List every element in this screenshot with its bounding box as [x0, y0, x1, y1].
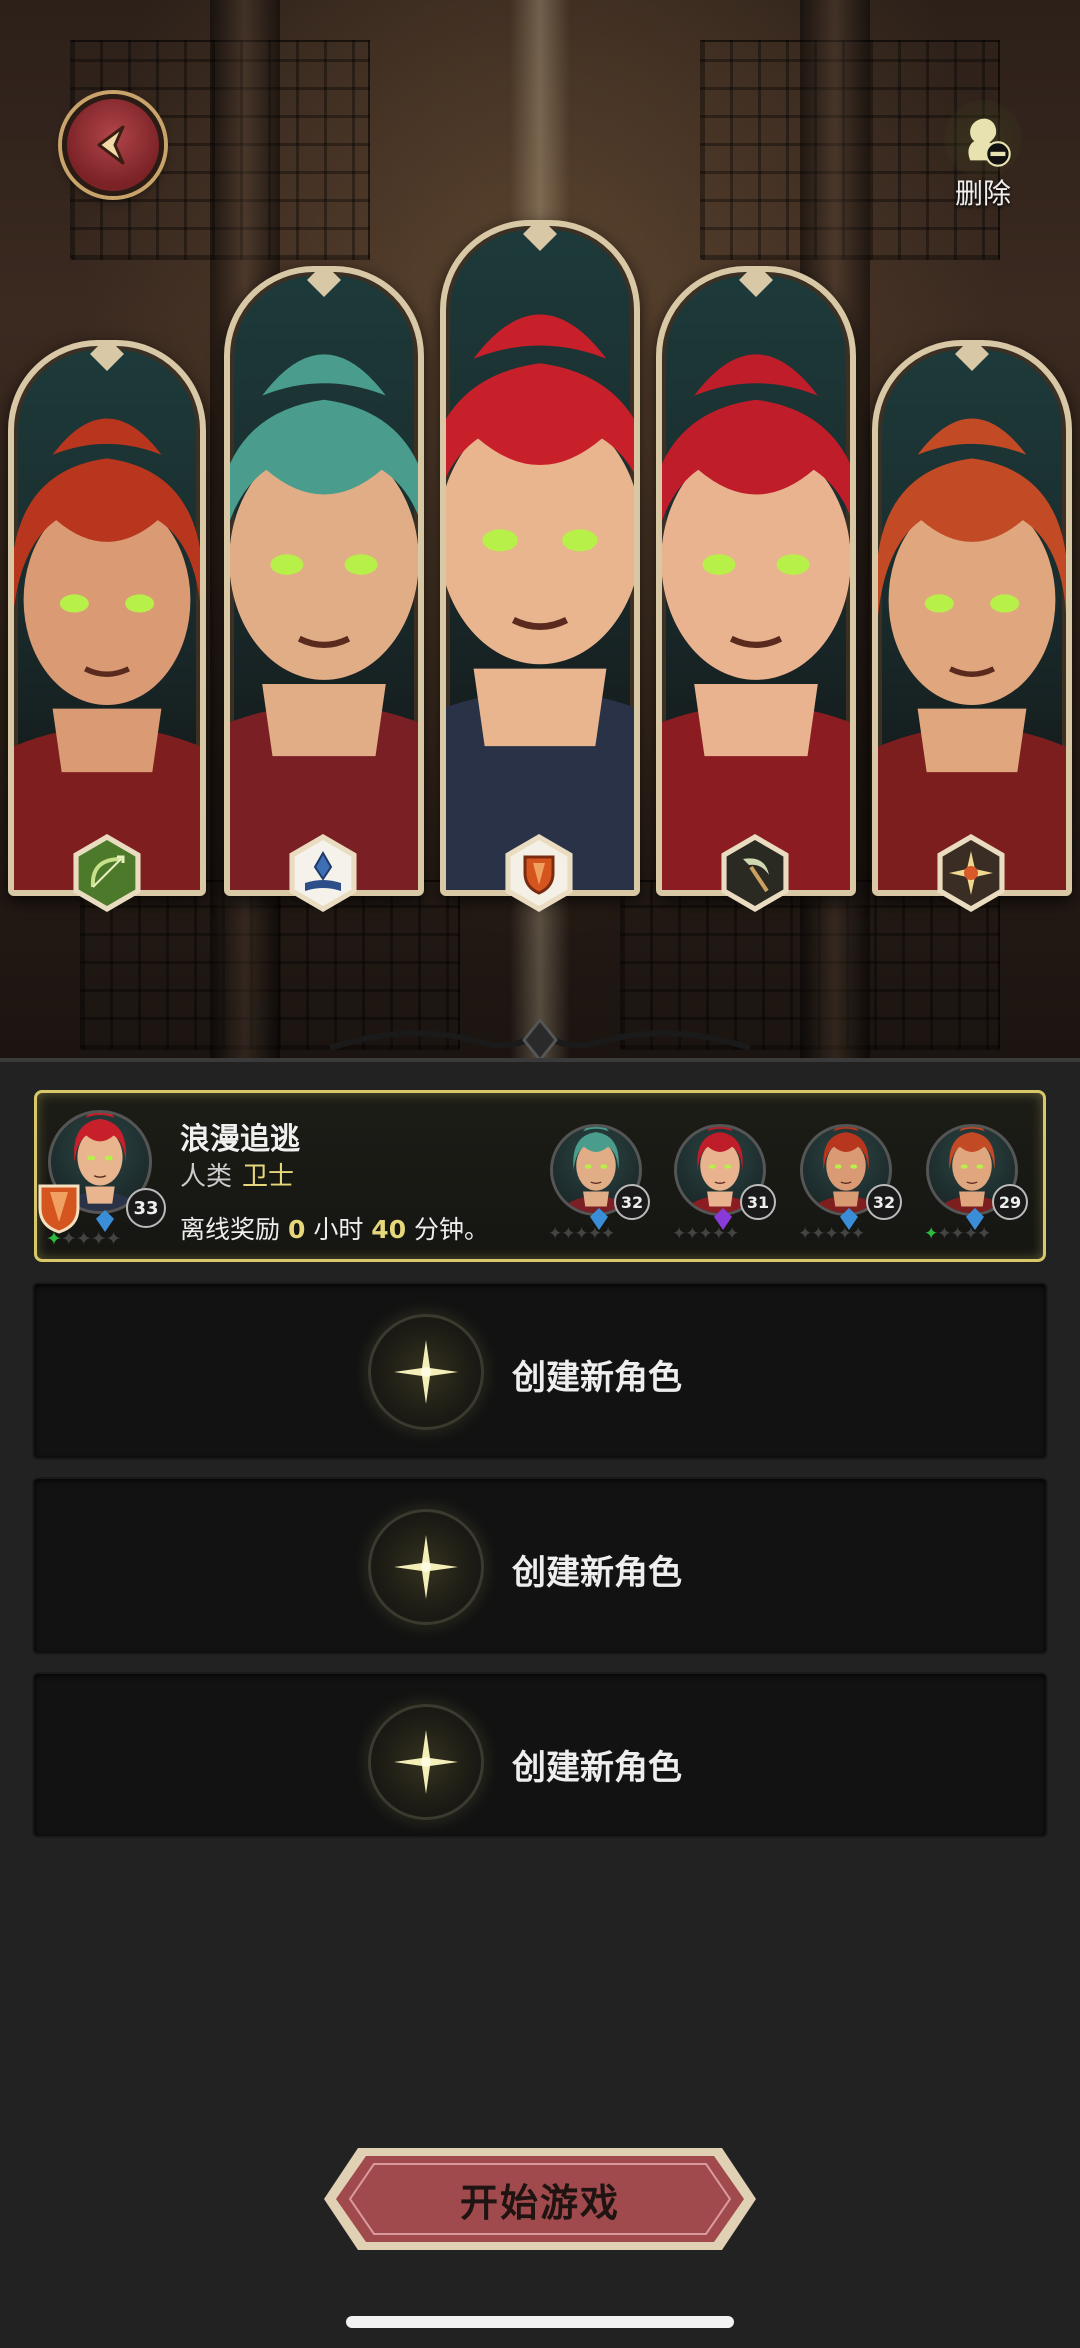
class-badge-rogue — [716, 834, 794, 912]
team-stars: ✦✦✦✦✦ — [924, 1224, 991, 1244]
offline-prefix: 离线奖励 — [180, 1215, 281, 1244]
create-character-label: 创建新角色 — [512, 1748, 682, 1788]
add-character-button[interactable] — [368, 1509, 484, 1625]
back-arrow-icon — [97, 125, 125, 165]
hours-unit: 小时 — [313, 1215, 364, 1244]
create-character-slot[interactable]: 创建新角色 — [32, 1282, 1048, 1460]
portrait-mage[interactable] — [224, 266, 424, 896]
start-game-button[interactable]: 开始游戏 — [318, 2142, 762, 2256]
team-level-badge: 32 — [866, 1184, 902, 1220]
team-stars: ✦✦✦✦✦ — [672, 1224, 739, 1244]
star-rating: ✦✦✦✦✦ — [46, 1228, 122, 1250]
character-art — [446, 314, 634, 890]
race-label: 人类 — [180, 1162, 233, 1192]
team-level-badge: 29 — [992, 1184, 1028, 1220]
portrait-guardian[interactable] — [440, 220, 640, 896]
sickle-icon — [743, 858, 769, 893]
character-select-scene: 删除 — [0, 0, 1080, 1058]
team-level-badge: 31 — [740, 1184, 776, 1220]
minutes-unit: 分钟。 — [414, 1215, 490, 1244]
portrait-priest[interactable] — [872, 340, 1072, 896]
home-indicator[interactable] — [346, 2316, 734, 2328]
plus-icon — [394, 1535, 458, 1599]
add-character-button[interactable] — [368, 1314, 484, 1430]
character-art — [662, 354, 850, 890]
create-character-slot[interactable]: 创建新角色 — [32, 1477, 1048, 1655]
offline-minutes: 40 — [371, 1215, 407, 1244]
add-character-button[interactable] — [368, 1704, 484, 1820]
shield-icon — [523, 855, 555, 895]
plus-icon — [394, 1730, 458, 1794]
delete-character-icon — [944, 100, 1022, 178]
offline-reward: 离线奖励 0 小时 40 分钟。 — [180, 1210, 489, 1246]
team-stars: ✦✦✦✦✦ — [798, 1224, 865, 1244]
class-badge-guardian — [500, 834, 578, 912]
offline-hours: 0 — [287, 1215, 306, 1244]
delete-label: 删除 — [954, 177, 1011, 210]
portrait-rogue[interactable] — [656, 266, 856, 896]
team-level-badge: 32 — [614, 1184, 650, 1220]
team-stars: ✦✦✦✦✦ — [548, 1224, 615, 1244]
create-character-label: 创建新角色 — [512, 1358, 682, 1398]
delete-character-button[interactable]: 删除 — [938, 100, 1028, 210]
character-art — [230, 354, 418, 890]
divider-ornament — [330, 1017, 750, 1058]
save-race-class: 人类 卫士 — [180, 1156, 294, 1193]
level-badge: 33 — [126, 1188, 166, 1228]
class-badge-mage — [284, 834, 362, 912]
back-button[interactable] — [62, 94, 164, 196]
plus-icon — [394, 1340, 458, 1404]
create-character-slot[interactable]: 创建新角色 — [32, 1672, 1048, 1838]
class-badge-archer — [68, 834, 146, 912]
class-label: 卫士 — [242, 1162, 295, 1192]
shield-icon — [38, 1184, 80, 1234]
character-art — [878, 418, 1066, 890]
crystal-book-icon — [305, 850, 341, 891]
save-name: 浪漫追逃 — [180, 1122, 300, 1157]
character-art — [14, 418, 200, 890]
start-game-label: 开始游戏 — [459, 2180, 620, 2225]
class-badge-priest — [932, 834, 1010, 912]
create-character-label: 创建新角色 — [512, 1553, 682, 1593]
portrait-archer[interactable] — [8, 340, 206, 896]
bow-icon — [90, 855, 125, 888]
sun-emblem-icon — [949, 851, 993, 895]
